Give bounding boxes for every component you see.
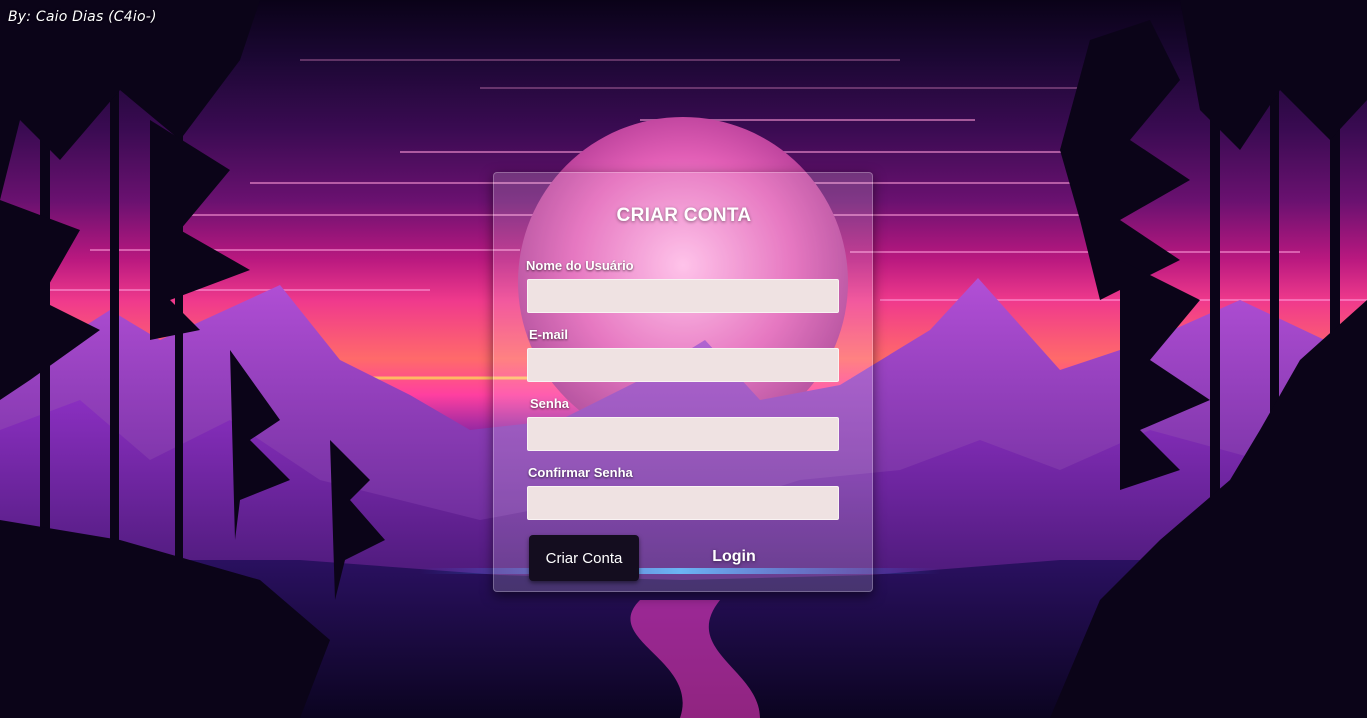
confirm-password-input[interactable] <box>527 486 839 520</box>
form-title: CRIAR CONTA <box>616 205 752 226</box>
email-label: E-mail <box>529 327 569 342</box>
confirm-password-label: Confirmar Senha <box>528 465 633 480</box>
email-input[interactable] <box>527 348 839 382</box>
signup-card: CRIAR CONTA Nome do Usuário E-mail Senha… <box>493 172 873 592</box>
username-label: Nome do Usuário <box>526 258 634 273</box>
login-link[interactable]: Login <box>699 548 769 566</box>
password-label: Senha <box>530 396 570 411</box>
author-credit: By: Caio Dias (C4io-) <box>8 9 157 25</box>
synthwave-background: By: Caio Dias (C4io-) CRIAR CONTA Nome d… <box>0 0 1367 718</box>
password-input[interactable] <box>527 417 839 451</box>
username-input[interactable] <box>527 279 839 313</box>
create-account-button[interactable]: Criar Conta <box>529 535 639 581</box>
